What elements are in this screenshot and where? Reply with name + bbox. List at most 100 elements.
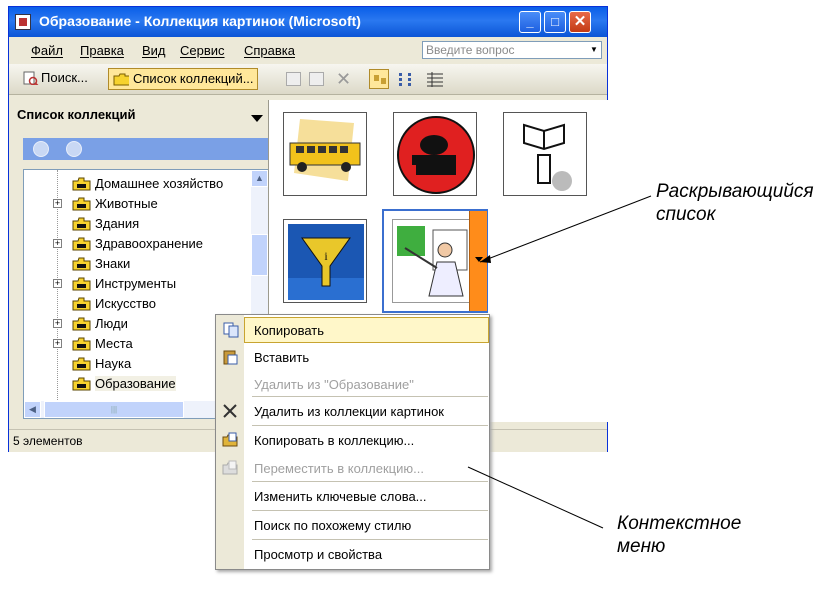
tree-item-label: Домашнее хозяйство [95, 176, 224, 191]
tree-item-label: Здания [95, 216, 140, 231]
search-button[interactable]: Поиск... [21, 68, 88, 90]
clip-thumb-funnel[interactable]: i [283, 219, 367, 303]
expand-plus-icon[interactable]: + [53, 199, 62, 208]
context-menu-item-label: Изменить ключевые слова... [254, 489, 427, 504]
context-menu-item[interactable]: Копировать в коллекцию... [216, 427, 489, 453]
toolbar: Поиск... Список коллекций... ✕ [9, 64, 607, 95]
scroll-up-icon[interactable]: ▲ [251, 170, 268, 187]
title-bar[interactable]: Образование - Коллекция картинок (Micros… [9, 7, 607, 37]
copy-to-collection-icon [222, 432, 238, 447]
tree-item[interactable]: Образование [24, 374, 244, 394]
tree-hscroll-thumb[interactable]: ||| [44, 401, 184, 418]
context-menu-item[interactable]: Копировать [223, 317, 489, 343]
copy-icon [223, 322, 239, 338]
list-view-icon[interactable] [397, 69, 417, 89]
window-title: Образование - Коллекция картинок (Micros… [39, 13, 361, 29]
menu-help[interactable]: Справка [244, 43, 295, 58]
tree-item-label: Люди [95, 316, 128, 331]
context-menu-item-label: Вставить [254, 350, 310, 365]
tree-item-label: Искусство [95, 296, 156, 311]
tree-item-label: Здравоохранение [95, 236, 204, 251]
delete-icon[interactable]: ✕ [336, 70, 351, 88]
context-menu-item[interactable]: Вставить [216, 344, 489, 370]
context-menu: Копировать Вставить Удалить из "Образовани… [215, 314, 490, 570]
menu-tools[interactable]: Сервис [180, 43, 225, 58]
minimize-button[interactable]: _ [519, 11, 541, 33]
ask-question-input[interactable]: Введите вопрос ▼ [422, 41, 602, 59]
context-menu-item-label: Копировать в коллекцию... [254, 433, 415, 448]
thumbnails-view-icon[interactable] [369, 69, 389, 89]
copy-icon[interactable] [286, 72, 301, 86]
menu-edit[interactable]: Правка [80, 43, 124, 58]
tree-item-label: Наука [95, 356, 132, 371]
reader-clipart [523, 123, 572, 191]
paste-icon[interactable] [309, 72, 324, 86]
expand-plus-icon[interactable]: + [53, 279, 62, 288]
context-menu-item-label: Поиск по похожему стилю [254, 518, 412, 533]
context-menu-item[interactable]: Просмотр и свойства [216, 541, 489, 567]
pane-menu-arrow-icon[interactable] [251, 115, 263, 122]
app-icon [15, 14, 31, 30]
context-menu-callout-line-2: меню [617, 536, 666, 557]
status-item-count: 5 элементов [13, 434, 83, 448]
ask-question-placeholder: Введите вопрос [426, 43, 515, 57]
tree-item-label: Знаки [95, 256, 131, 271]
funnel-clipart: i [288, 224, 364, 300]
collection-list-label: Список коллекций... [133, 71, 254, 86]
collection-list-pane-header[interactable]: Список коллекций [17, 107, 267, 131]
tree-item-label: Образование [95, 376, 176, 391]
maximize-button[interactable]: □ [544, 11, 566, 33]
details-view-icon[interactable] [425, 69, 445, 89]
tree-item[interactable]: + Животные [24, 194, 244, 214]
expand-plus-icon[interactable]: + [53, 319, 62, 328]
collection-folder-icon [72, 317, 91, 331]
scroll-left-icon[interactable]: ◀ [24, 401, 41, 418]
tree-item[interactable]: + Инструменты [24, 274, 244, 294]
menu-separator [252, 539, 488, 540]
tree-item[interactable]: + Люди [24, 314, 244, 334]
tree-scroll-thumb[interactable] [251, 234, 268, 276]
menu-separator [252, 425, 488, 426]
context-menu-item: Переместить в коллекцию... [216, 455, 489, 481]
tree-item[interactable]: + Места [24, 334, 244, 354]
context-menu-item-label: Удалить из коллекции картинок [254, 404, 444, 419]
clip-thumb-reader[interactable] [503, 112, 587, 196]
search-button-label: Поиск... [41, 70, 88, 85]
clip-thumb-books[interactable] [393, 112, 477, 196]
delete-x-icon [223, 404, 237, 418]
tree-item[interactable]: Домашнее хозяйство [24, 174, 244, 194]
tree-item[interactable]: + Здравоохранение [24, 234, 244, 254]
menu-view[interactable]: Вид [142, 43, 166, 58]
context-menu-callout: Контекстное меню [617, 512, 741, 558]
books-clipart [397, 116, 475, 194]
chevron-down-icon[interactable]: ▼ [587, 42, 601, 58]
context-menu-item[interactable]: Изменить ключевые слова... [216, 483, 489, 509]
forward-icon[interactable] [66, 141, 82, 157]
menu-file[interactable]: Файл [31, 43, 63, 58]
tree-item[interactable]: Искусство [24, 294, 244, 314]
expand-plus-icon[interactable]: + [53, 339, 62, 348]
clip-thumb-school-bus[interactable] [283, 112, 367, 196]
collection-folder-icon [72, 337, 91, 351]
move-to-collection-icon [222, 460, 238, 475]
context-menu-item[interactable]: Удалить из коллекции картинок [216, 398, 489, 424]
tree-item-label: Инструменты [95, 276, 177, 291]
collection-list-button[interactable]: Список коллекций... [108, 68, 258, 90]
clip-dropdown-button[interactable] [469, 211, 487, 311]
context-menu-callout-line-1: Контекстное [617, 513, 742, 534]
back-icon[interactable] [33, 141, 49, 157]
context-menu-item[interactable]: Поиск по похожему стилю [216, 512, 489, 538]
pane-navigation-bar [23, 138, 269, 160]
tree-item[interactable]: Наука [24, 354, 244, 374]
collection-folder-icon [72, 177, 91, 191]
collection-folder-icon [72, 217, 91, 231]
menu-separator [252, 481, 488, 482]
tree-item[interactable]: Знаки [24, 254, 244, 274]
tree-item[interactable]: Здания [24, 214, 244, 234]
paste-icon [223, 350, 238, 365]
collection-folder-icon [72, 297, 91, 311]
close-button[interactable]: ✕ [569, 11, 591, 33]
expand-plus-icon[interactable]: + [53, 239, 62, 248]
dropdown-callout-line-1: Раскрывающийся [656, 181, 814, 202]
collection-folder-icon [72, 197, 91, 211]
